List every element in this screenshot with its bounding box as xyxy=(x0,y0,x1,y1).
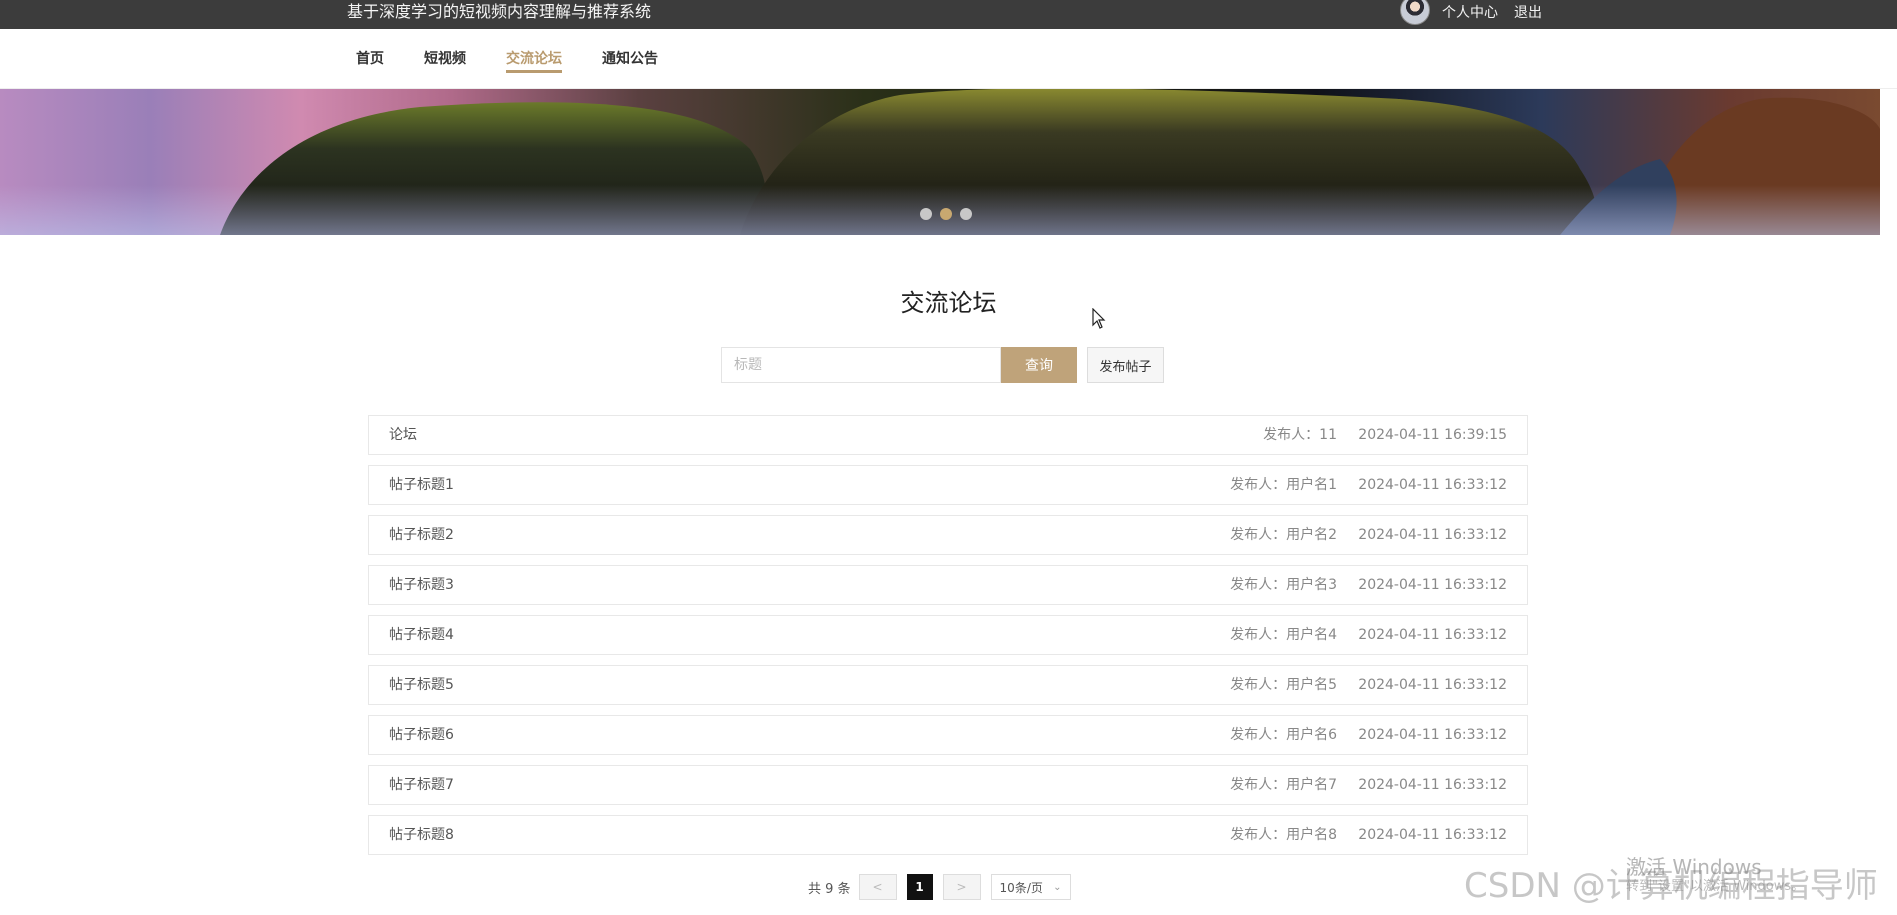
page-number-current[interactable]: 1 xyxy=(906,874,933,900)
post-author: 发布人：用户名7 xyxy=(1230,777,1337,793)
nav-item-home[interactable]: 首页 xyxy=(356,48,384,68)
post-author: 发布人：用户名3 xyxy=(1230,577,1337,593)
post-title: 帖子标题5 xyxy=(389,677,454,693)
chevron-down-icon: ⌄ xyxy=(1053,881,1062,893)
carousel-dot-2[interactable] xyxy=(940,208,952,220)
user-avatar[interactable] xyxy=(1400,0,1430,25)
title-search-input[interactable] xyxy=(721,347,1001,383)
page-size-select[interactable]: 10条/页 ⌄ xyxy=(990,874,1071,900)
publish-post-button[interactable]: 发布帖子 xyxy=(1087,347,1164,383)
page-title: 交流论坛 xyxy=(900,289,997,317)
post-time: 2024-04-11 16:33:12 xyxy=(1358,577,1507,593)
post-row[interactable]: 帖子标题7 发布人：用户名7 2024-04-11 16:33:12 xyxy=(368,765,1528,805)
mouse-cursor-icon xyxy=(1092,308,1106,329)
nav-active-underline xyxy=(506,70,562,73)
user-center-link[interactable]: 个人中心 xyxy=(1442,2,1498,22)
post-title: 帖子标题4 xyxy=(389,627,454,643)
post-time: 2024-04-11 16:33:12 xyxy=(1358,627,1507,643)
post-time: 2024-04-11 16:33:12 xyxy=(1358,477,1507,493)
prev-page-button[interactable]: < xyxy=(858,874,897,900)
nav-item-notices[interactable]: 通知公告 xyxy=(602,48,658,68)
post-time: 2024-04-11 16:39:15 xyxy=(1358,427,1507,443)
top-bar: 基于深度学习的短视频内容理解与推荐系统 个人中心 退出 xyxy=(0,0,1897,29)
post-title: 帖子标题1 xyxy=(389,477,454,493)
site-title: 基于深度学习的短视频内容理解与推荐系统 xyxy=(347,2,652,21)
post-row[interactable]: 帖子标题5 发布人：用户名5 2024-04-11 16:33:12 xyxy=(368,665,1528,705)
post-time: 2024-04-11 16:33:12 xyxy=(1358,727,1507,743)
post-author: 发布人：用户名5 xyxy=(1230,677,1337,693)
post-author: 发布人：用户名4 xyxy=(1230,627,1337,643)
banner-carousel[interactable] xyxy=(0,89,1880,235)
logout-link[interactable]: 退出 xyxy=(1514,2,1542,22)
carousel-dot-1[interactable] xyxy=(920,208,932,220)
post-time: 2024-04-11 16:33:12 xyxy=(1358,527,1507,543)
post-author: 发布人：11 xyxy=(1263,427,1337,443)
main-nav: 首页 短视频 交流论坛 通知公告 xyxy=(0,29,1897,89)
post-row[interactable]: 论坛 发布人：11 2024-04-11 16:39:15 xyxy=(368,415,1528,455)
post-title: 帖子标题2 xyxy=(389,527,454,543)
post-row[interactable]: 帖子标题8 发布人：用户名8 2024-04-11 16:33:12 xyxy=(368,815,1528,855)
csdn-watermark: CSDN @计算机编程指导师 xyxy=(1464,866,1878,906)
post-author: 发布人：用户名2 xyxy=(1230,527,1337,543)
post-title: 论坛 xyxy=(389,427,417,443)
post-time: 2024-04-11 16:33:12 xyxy=(1358,677,1507,693)
post-row[interactable]: 帖子标题6 发布人：用户名6 2024-04-11 16:33:12 xyxy=(368,715,1528,755)
query-button[interactable]: 查询 xyxy=(1001,347,1077,383)
nav-item-forum[interactable]: 交流论坛 xyxy=(506,48,562,68)
page-size-value: 10条/页 xyxy=(999,880,1043,895)
post-title: 帖子标题6 xyxy=(389,727,454,743)
post-row[interactable]: 帖子标题4 发布人：用户名4 2024-04-11 16:33:12 xyxy=(368,615,1528,655)
nav-item-videos[interactable]: 短视频 xyxy=(424,48,466,68)
user-area: 个人中心 退出 xyxy=(1400,0,1542,25)
post-author: 发布人：用户名1 xyxy=(1230,477,1337,493)
pagination: 共 9 条 < 1 > 10条/页 ⌄ xyxy=(808,874,1071,900)
post-author: 发布人：用户名8 xyxy=(1230,827,1337,843)
carousel-dots xyxy=(920,208,972,220)
post-time: 2024-04-11 16:33:12 xyxy=(1358,777,1507,793)
post-row[interactable]: 帖子标题3 发布人：用户名3 2024-04-11 16:33:12 xyxy=(368,565,1528,605)
carousel-dot-3[interactable] xyxy=(960,208,972,220)
post-row[interactable]: 帖子标题2 发布人：用户名2 2024-04-11 16:33:12 xyxy=(368,515,1528,555)
pagination-total: 共 9 条 xyxy=(808,881,851,897)
post-time: 2024-04-11 16:33:12 xyxy=(1358,827,1507,843)
post-author: 发布人：用户名6 xyxy=(1230,727,1337,743)
post-row[interactable]: 帖子标题1 发布人：用户名1 2024-04-11 16:33:12 xyxy=(368,465,1528,505)
post-list: 论坛 发布人：11 2024-04-11 16:39:15 帖子标题1 发布人：… xyxy=(368,415,1528,865)
next-page-button[interactable]: > xyxy=(942,874,981,900)
post-title: 帖子标题7 xyxy=(389,777,454,793)
post-title: 帖子标题3 xyxy=(389,577,454,593)
post-title: 帖子标题8 xyxy=(389,827,454,843)
